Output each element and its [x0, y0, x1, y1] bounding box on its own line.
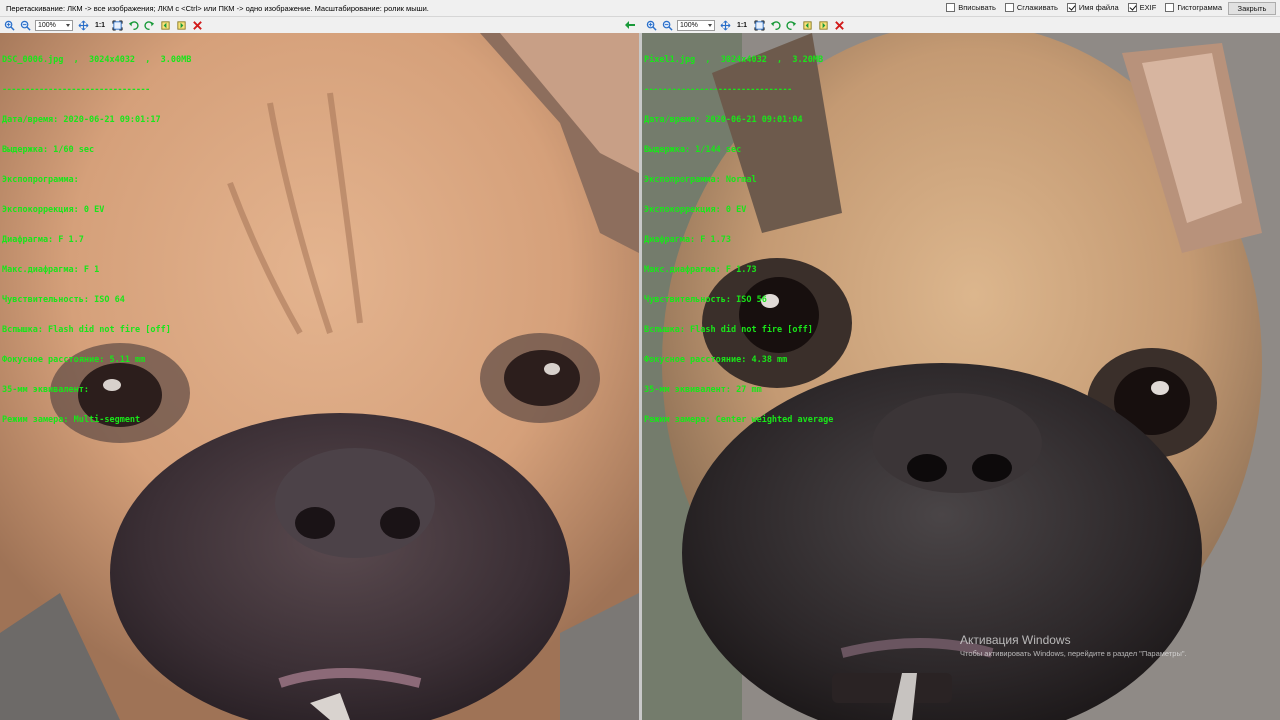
close-button[interactable]: Закрыть [1228, 2, 1276, 15]
exif-datetime: Дата/время: 2020-06-21 09:01:04 [644, 115, 803, 125]
exif-checkbox[interactable] [1127, 3, 1137, 12]
zoom-select[interactable]: 100% [677, 20, 715, 31]
left-exif-overlay: DSC_0006.jpg , 3024x4032 , 3.00MB ------… [2, 35, 191, 445]
display-options: Вписывать Сглаживать Имя файла EXIF Гист… [946, 3, 1222, 12]
fit-icon[interactable] [719, 20, 731, 32]
exif-aperture: Диафрагма: F 1.7 [2, 235, 84, 245]
exif-shutter: Выдержка: 1/144 sec [644, 145, 742, 155]
option-histogram[interactable]: Гистограмма [1165, 3, 1222, 12]
exif-program: Экспопрограмма: Normal [644, 175, 757, 185]
left-filename: DSC_0006.jpg , 3024x4032 , 3.00MB [2, 55, 192, 65]
next-image-icon[interactable] [175, 20, 187, 32]
left-separator: -------------------------------- [2, 85, 150, 95]
actual-size-button[interactable]: 1:1 [93, 22, 107, 29]
option-fit-label: Вписывать [958, 3, 996, 12]
right-image-pane[interactable]: Pixel1.jpg , 3024x4032 , 3.20MB --------… [642, 33, 1280, 720]
close-image-icon[interactable] [833, 20, 845, 32]
actual-size-button[interactable]: 1:1 [735, 22, 749, 29]
option-filename-label: Имя файла [1078, 3, 1119, 12]
exif-program: Экспопрограмма: [2, 175, 84, 185]
rotate-right-icon[interactable] [785, 20, 797, 32]
zoom-value: 100% [38, 22, 56, 29]
exif-flash: Вспышка: Flash did not fire [off] [2, 325, 171, 335]
option-exif-label: EXIF [1139, 3, 1157, 12]
prev-image-icon[interactable] [801, 20, 813, 32]
exif-iso: Чувствительность: ISO 56 [644, 295, 767, 305]
smooth-checkbox[interactable] [1004, 3, 1014, 12]
exif-focal-length: Фокусное расстояние: 5.11 mm [2, 355, 146, 365]
exif-35mm: 35-мм эквивалент: 27 mm [644, 385, 762, 395]
exif-exposure-comp: Экспокоррекция: 0 EV [644, 205, 747, 215]
zoom-out-icon[interactable] [19, 20, 31, 32]
zoom-select[interactable]: 100% [35, 20, 73, 31]
right-separator: -------------------------------- [644, 85, 792, 95]
option-smooth[interactable]: Сглаживать [1004, 3, 1058, 12]
close-image-icon[interactable] [191, 20, 203, 32]
hint-bar: Перетаскивание: ЛКМ -> все изображения; … [0, 0, 1280, 17]
watermark-subtitle: Чтобы активировать Windows, перейдите в … [960, 649, 1187, 658]
exif-metering: Режим замера: Center weighted average [644, 415, 834, 425]
option-filename[interactable]: Имя файла [1066, 3, 1119, 12]
fit-window-icon[interactable] [753, 20, 765, 32]
usage-hint: Перетаскивание: ЛКМ -> все изображения; … [6, 4, 429, 13]
exif-shutter: Выдержка: 1/60 sec [2, 145, 95, 155]
windows-activation-watermark: Активация Windows Чтобы активировать Win… [960, 633, 1187, 658]
chevron-down-icon [708, 24, 712, 27]
exif-35mm: 35-мм эквивалент: [2, 385, 89, 395]
rotate-left-icon[interactable] [769, 20, 781, 32]
option-exif[interactable]: EXIF [1127, 3, 1157, 12]
rotate-right-icon[interactable] [143, 20, 155, 32]
watermark-title: Активация Windows [960, 633, 1071, 647]
zoom-in-icon[interactable] [3, 20, 15, 32]
fit-icon[interactable] [77, 20, 89, 32]
filename-checkbox[interactable] [1066, 3, 1076, 12]
rotate-left-icon[interactable] [127, 20, 139, 32]
left-toolbar: 100% 1:1 [0, 18, 639, 33]
exif-metering: Режим замера: Multi-segment [2, 415, 141, 425]
exif-exposure-comp: Экспокоррекция: 0 EV [2, 205, 105, 215]
left-image-pane[interactable]: DSC_0006.jpg , 3024x4032 , 3.00MB ------… [0, 33, 639, 720]
right-exif-overlay: Pixel1.jpg , 3024x4032 , 3.20MB --------… [644, 35, 833, 445]
exif-iso: Чувствительность: ISO 64 [2, 295, 125, 305]
chevron-down-icon [66, 24, 70, 27]
exif-max-aperture: Макс.диафрагма: F 1 [2, 265, 100, 275]
zoom-in-icon[interactable] [645, 20, 657, 32]
right-filename: Pixel1.jpg , 3024x4032 , 3.20MB [644, 55, 824, 65]
exif-max-aperture: Макс.диафрагма: F 1.73 [644, 265, 757, 275]
option-fit[interactable]: Вписывать [946, 3, 996, 12]
zoom-value: 100% [680, 22, 698, 29]
zoom-out-icon[interactable] [661, 20, 673, 32]
exif-aperture: Диафрагма: F 1.73 [644, 235, 731, 245]
exif-flash: Вспышка: Flash did not fire [off] [644, 325, 813, 335]
histogram-checkbox[interactable] [1165, 3, 1175, 12]
exif-datetime: Дата/время: 2020-06-21 09:01:17 [2, 115, 161, 125]
right-toolbar: 100% 1:1 [642, 18, 1280, 33]
option-histogram-label: Гистограмма [1177, 3, 1222, 12]
fit-window-icon[interactable] [111, 20, 123, 32]
fit-checkbox[interactable] [946, 3, 956, 12]
option-smooth-label: Сглаживать [1016, 3, 1058, 12]
prev-image-icon[interactable] [159, 20, 171, 32]
next-image-icon[interactable] [817, 20, 829, 32]
exif-focal-length: Фокусное расстояние: 4.38 mm [644, 355, 788, 365]
back-arrow-icon[interactable] [624, 19, 636, 31]
